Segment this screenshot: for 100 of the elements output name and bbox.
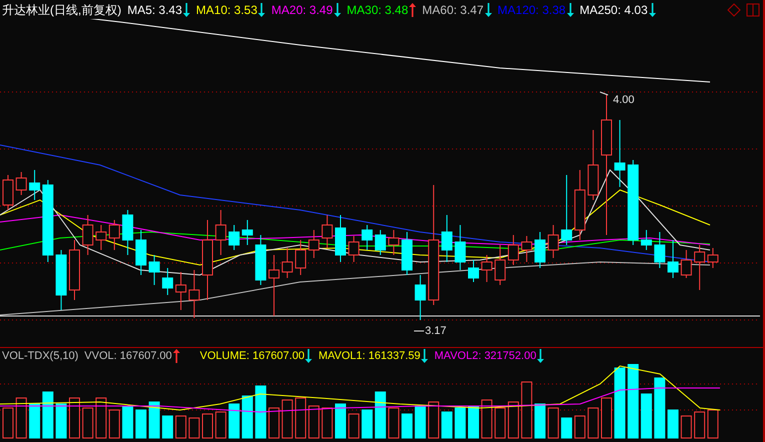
volume-bar [534, 404, 546, 438]
candlestick [188, 270, 200, 318]
volume-bar [108, 410, 120, 438]
volume-bar [680, 416, 692, 438]
candlestick [441, 214, 452, 262]
volume-bar [521, 382, 532, 438]
indicator-value: MAVOL1: 161337.59 [318, 348, 420, 364]
candlestick [69, 240, 80, 300]
candlestick [707, 248, 718, 268]
candlestick [2, 174, 14, 210]
candlestick [654, 232, 666, 268]
volume-bar [668, 410, 678, 438]
candlestick [136, 230, 146, 276]
volume-bar [654, 378, 666, 438]
volume-bar [188, 418, 200, 438]
volume-bar [308, 406, 320, 438]
window-controls-icon[interactable] [727, 2, 761, 16]
volume-bar [242, 396, 253, 438]
indicator-value: VOLUME: 167607.00 [200, 348, 304, 364]
volume-bar [601, 398, 612, 438]
candlestick [694, 244, 706, 290]
volume-bar [82, 408, 94, 438]
candlestick [588, 130, 599, 200]
volume-bar [362, 410, 373, 438]
volume-bar [694, 412, 706, 438]
volume-bar [640, 394, 652, 438]
volume-bar [588, 408, 599, 438]
candlestick [680, 250, 692, 278]
volume-bar [441, 412, 452, 438]
volume-bar [122, 406, 134, 438]
candlestick [56, 250, 67, 310]
volume-bar [402, 414, 412, 438]
volume-bar [136, 410, 146, 438]
volume-bar [148, 402, 160, 438]
indicator-value: MA10: 3.53 [196, 2, 258, 18]
volume-bar [96, 398, 107, 438]
volume-bar [348, 414, 360, 438]
candlestick [268, 254, 280, 316]
volume-bar [335, 404, 346, 438]
volume-bar [574, 416, 586, 438]
candlestick [242, 220, 253, 246]
candlestick [282, 248, 293, 278]
volume-bar [561, 418, 572, 438]
candlestick [614, 120, 626, 188]
indicator-value: MAVOL2: 321752.00 [434, 348, 536, 364]
volume-bar [388, 408, 400, 438]
volume-bar [481, 400, 492, 438]
volume-bar [2, 408, 14, 438]
low-price-label: 3.17 [425, 324, 446, 339]
candlestick [122, 210, 134, 256]
volume-bar [322, 408, 333, 438]
candlestick [402, 232, 412, 276]
candlestick [481, 254, 492, 282]
candlestick [228, 224, 240, 250]
volume-bar [175, 416, 186, 438]
volume-bar [707, 410, 718, 438]
stock-title: 升达林业(日线,前复权) [2, 2, 122, 18]
indicator-value: MA5: 3.43 [127, 2, 182, 18]
candlestick [508, 234, 519, 266]
candlestick [295, 240, 306, 276]
volume-bar [228, 404, 240, 438]
volume-bar [282, 400, 293, 438]
indicator-value: MA250: 4.03 [580, 2, 648, 18]
candlestick [148, 254, 160, 286]
candlestick [335, 214, 346, 262]
candlestick [308, 230, 320, 258]
volume-bar [548, 408, 559, 438]
candlestick [82, 214, 94, 256]
volume-bar [508, 402, 519, 438]
volume-bar [468, 406, 479, 438]
indicator-value: MA30: 3.48 [346, 2, 408, 18]
volume-bar [494, 408, 506, 438]
candlestick [454, 224, 466, 270]
volume-bar [202, 414, 213, 438]
candlestick [322, 214, 333, 248]
candlestick [348, 236, 360, 262]
volume-bar [414, 406, 426, 438]
candlestick [374, 230, 386, 256]
volume-bar [162, 416, 174, 438]
volume-bar [268, 408, 280, 438]
volume-bar [215, 412, 226, 438]
volume-bar [255, 386, 266, 438]
candlestick [468, 260, 479, 282]
volume-bar [428, 402, 440, 438]
indicator-value: MA20: 3.49 [271, 2, 333, 18]
volume-bar [374, 392, 386, 438]
indicator-value: MA60: 3.47 [422, 2, 484, 18]
candlestick [175, 272, 186, 310]
candlestick [388, 230, 400, 256]
leader-line [600, 92, 608, 96]
volume-bar [454, 408, 466, 438]
candlestick [534, 232, 546, 268]
candlestick [414, 274, 426, 320]
high-price-label: 4.00 [613, 93, 634, 108]
candlestick [108, 220, 120, 250]
candlestick [521, 236, 532, 262]
candlestick [215, 210, 226, 256]
candlestick [640, 230, 652, 250]
leader-line [414, 330, 424, 332]
candlestick [96, 224, 107, 250]
